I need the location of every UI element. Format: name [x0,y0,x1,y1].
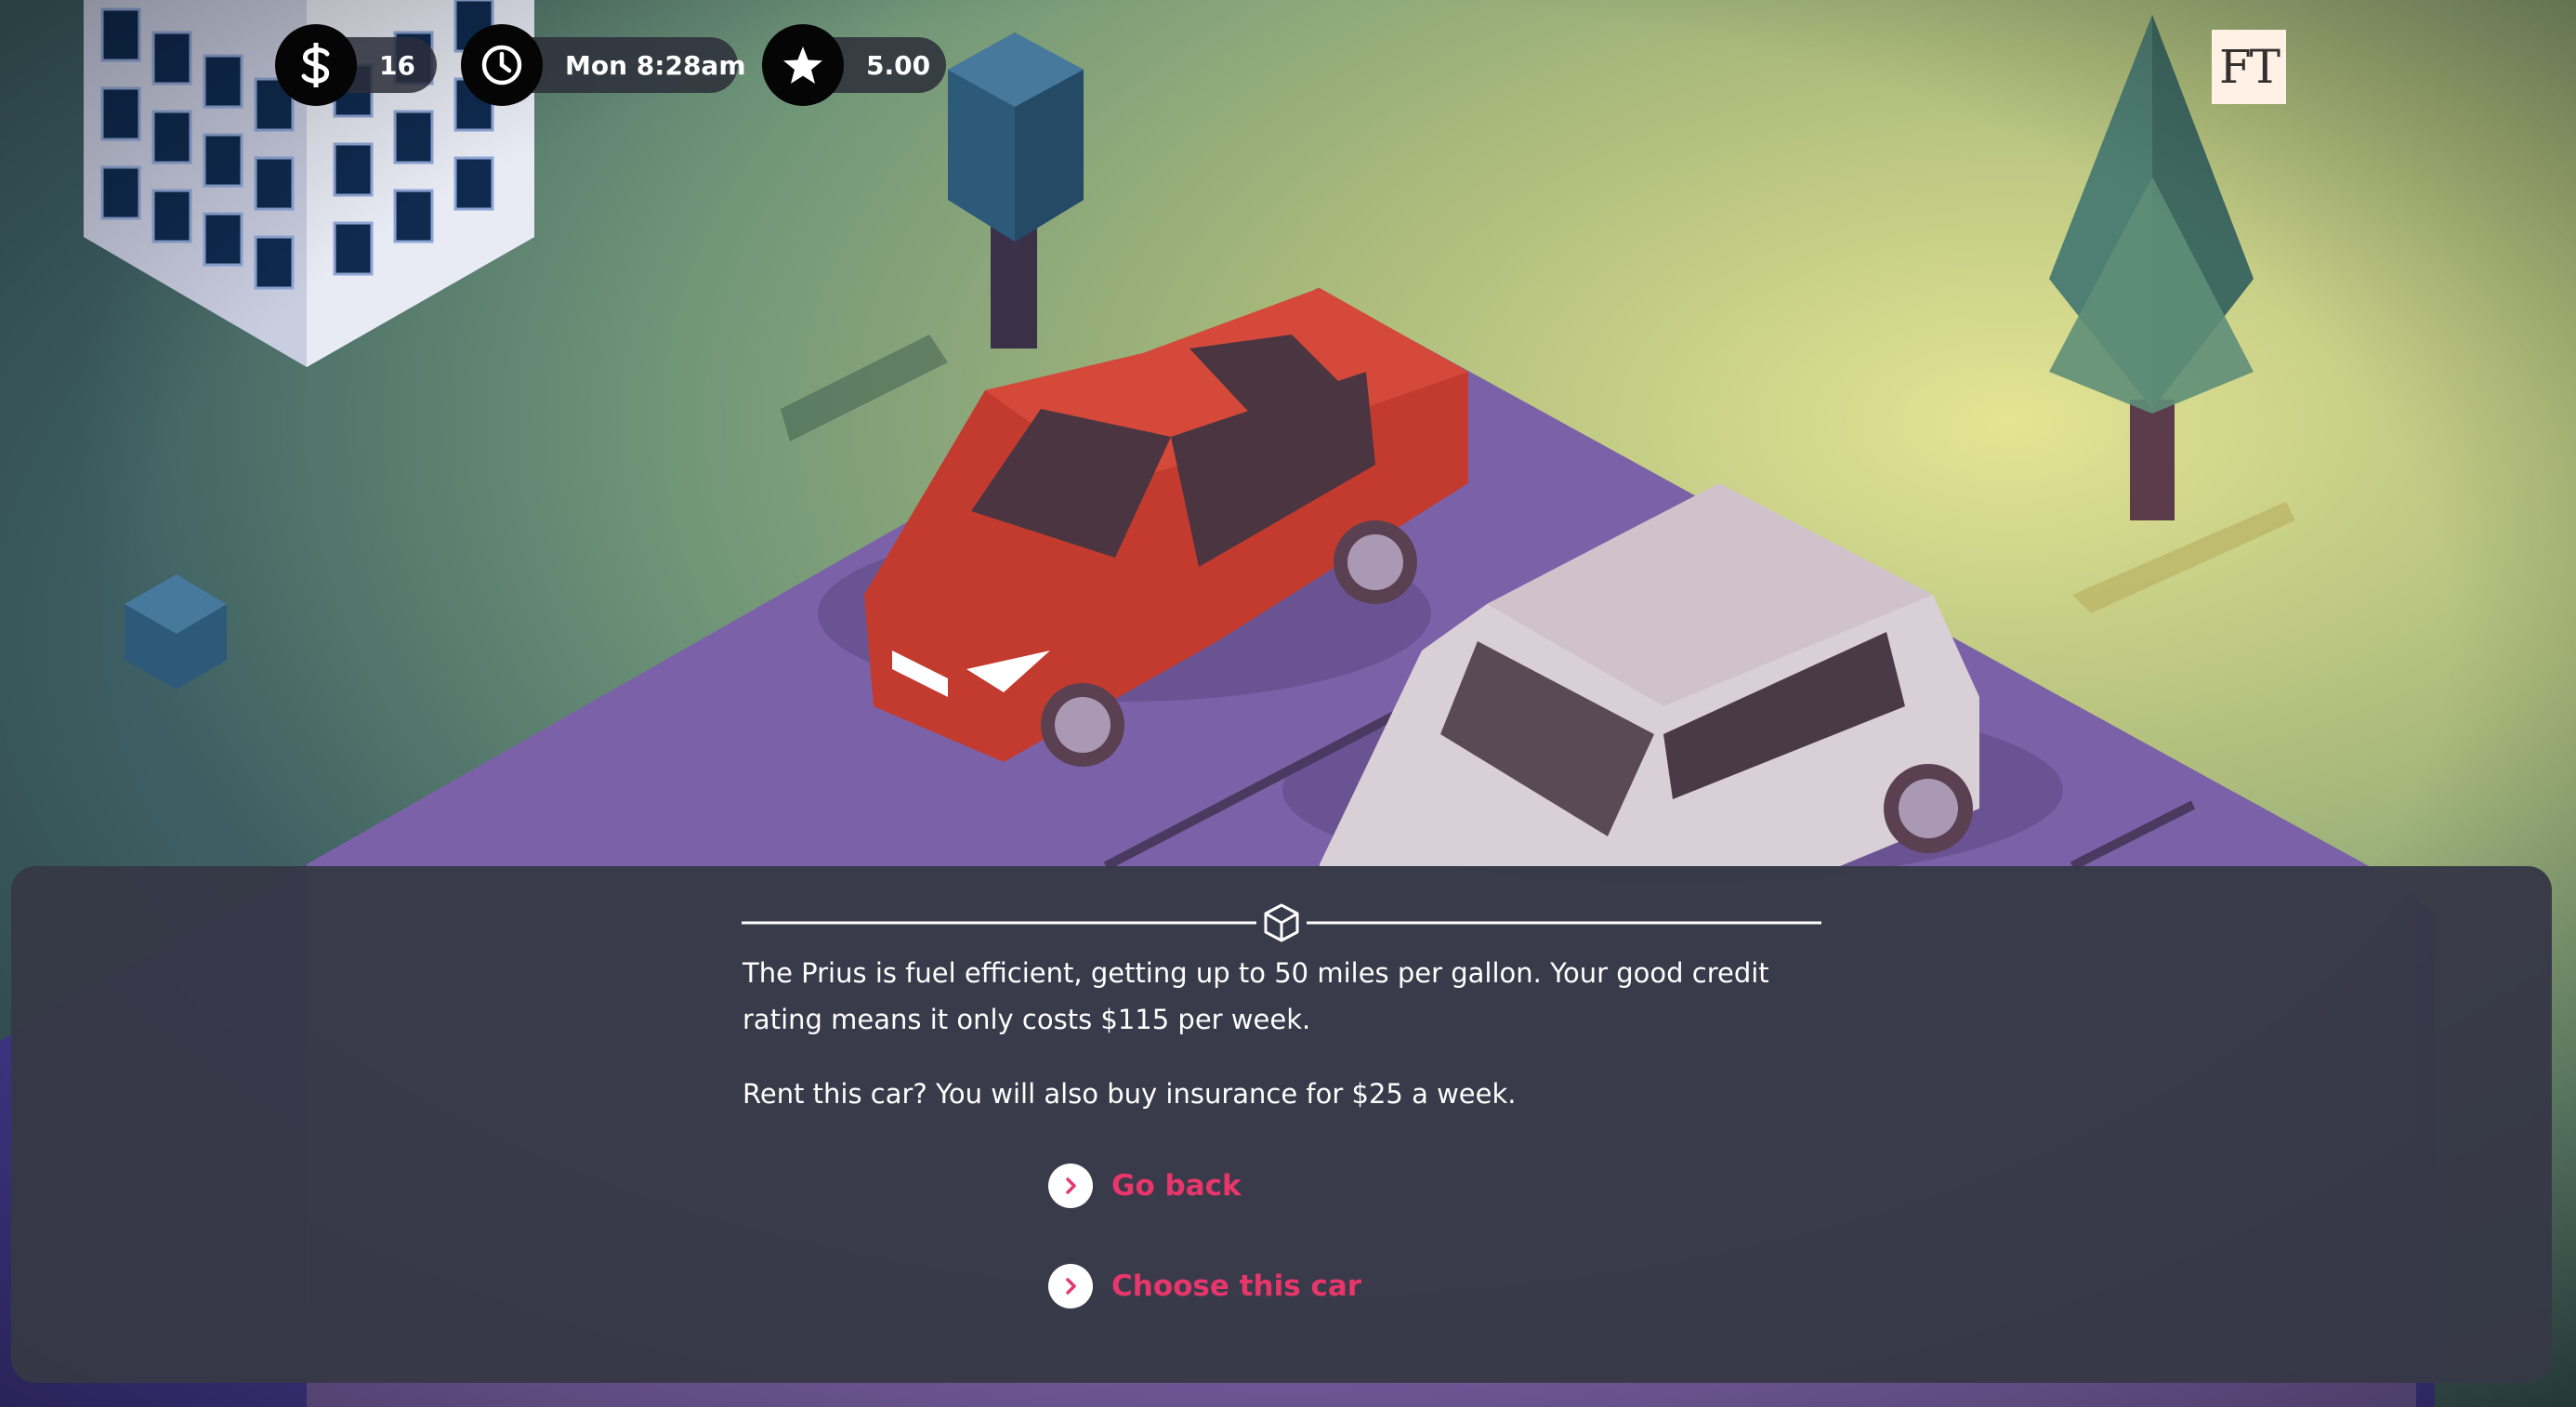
go-back-button[interactable]: Go back [1048,1164,1242,1208]
chevron-right-icon [1048,1264,1093,1308]
choose-this-car-button[interactable]: Choose this car [1048,1264,1361,1308]
go-back-label: Go back [1111,1169,1242,1203]
dialog-divider [742,903,1821,942]
time-value: Mon 8:28am [565,49,746,81]
chevron-right-icon [1048,1164,1093,1208]
star-icon [762,24,844,106]
rent-prompt: Rent this car? You will also buy insuran… [743,1078,1517,1110]
dollar-icon [275,24,357,106]
time-display: Mon 8:28am [461,24,746,106]
ft-logo[interactable]: FT [2212,30,2286,104]
money-value: 16 [379,49,415,81]
car-description: The Prius is fuel efficient, getting up … [743,957,1769,1035]
rating-display: 5.00 [762,24,946,106]
rating-value: 5.00 [866,49,931,81]
money-display: 16 [275,24,437,106]
cube-icon [1264,903,1299,942]
clock-icon [461,24,543,106]
game-stage: 16 Mon 8:28am 5.00 FT The Prius is fuel [0,0,2576,1407]
choose-this-car-label: Choose this car [1111,1269,1362,1303]
